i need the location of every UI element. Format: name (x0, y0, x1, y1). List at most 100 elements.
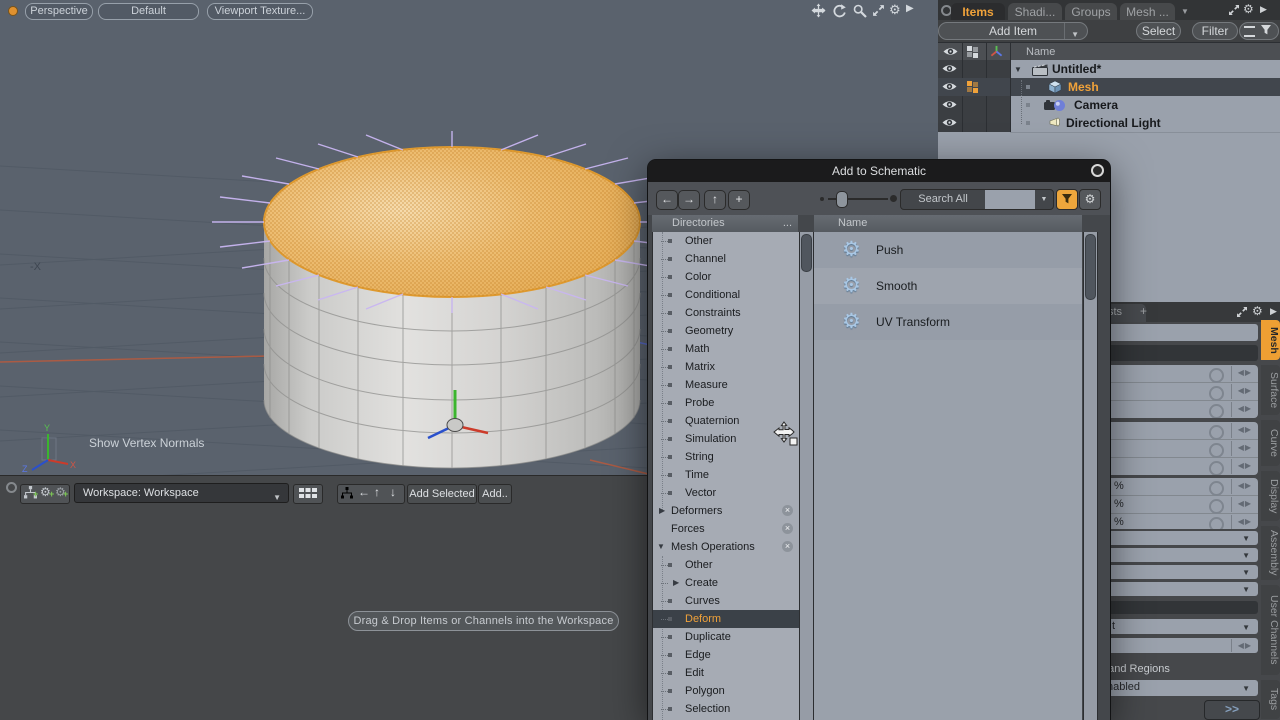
add-more-button[interactable]: Add.. (478, 484, 512, 504)
column-overflow-label[interactable]: ... (783, 215, 792, 232)
channel-dot-icon[interactable] (1209, 517, 1224, 529)
filter-funnel-icon[interactable] (1260, 24, 1272, 36)
channel-dot-icon[interactable] (1209, 481, 1224, 496)
filter-button[interactable]: Filter (1192, 22, 1238, 40)
tab-groups[interactable]: Groups (1065, 3, 1117, 20)
directory-item[interactable]: Curves (653, 592, 799, 610)
mini-slider-icon[interactable]: ◀▶ (1238, 481, 1252, 490)
tab-shading[interactable]: Shadi... (1008, 3, 1062, 20)
mini-slider-icon[interactable]: ◀▶ (1238, 404, 1252, 413)
visibility-eye-icon[interactable] (942, 63, 957, 74)
result-item[interactable]: ⚙ Smooth (814, 268, 1082, 304)
search-mode-button[interactable]: Search All (901, 190, 985, 209)
render-column-icon[interactable] (966, 45, 979, 58)
nav-up-icon[interactable]: ↑ (374, 485, 380, 499)
vtab-display[interactable]: Display (1261, 471, 1280, 521)
channel-dot-icon[interactable] (1209, 443, 1224, 458)
list-style-icon[interactable] (1244, 26, 1255, 37)
directory-item[interactable]: Time (653, 466, 799, 484)
tab-mesh-ops[interactable]: Mesh ... (1120, 3, 1175, 20)
scrollbar-thumb[interactable] (801, 234, 812, 272)
scrollbar-thumb[interactable] (1085, 234, 1096, 300)
axis-column-icon[interactable] (990, 45, 1003, 58)
panel-handle-icon[interactable] (6, 482, 17, 493)
directories-header[interactable]: Directories ... (652, 215, 798, 233)
add-tab-button[interactable]: + (1140, 304, 1147, 318)
directory-item[interactable]: ▶Deformers× (653, 502, 799, 520)
channel-dot-icon[interactable] (1209, 404, 1224, 418)
shading-style-button[interactable]: Default (98, 3, 199, 20)
add-directory-button[interactable]: + (728, 190, 750, 210)
results-scrollbar[interactable] (1083, 232, 1098, 720)
viewport-mode-dot[interactable] (8, 6, 18, 16)
result-item[interactable]: ⚙ Push (814, 232, 1082, 268)
workspace-selector[interactable]: Workspace: Workspace ▼ (74, 483, 289, 503)
directory-item[interactable]: Forces× (653, 520, 799, 538)
slider-handle[interactable] (836, 191, 848, 208)
item-row-scene[interactable]: ▼ Untitled* (1010, 60, 1280, 79)
vtab-curve[interactable]: Curve (1261, 420, 1280, 466)
item-row-light[interactable]: Directional Light (1010, 114, 1280, 133)
directory-item-selected[interactable]: Deform (653, 610, 799, 628)
directory-item[interactable]: Other (653, 556, 799, 574)
add-selected-button[interactable]: Add Selected (407, 484, 477, 504)
viewport-texture-button[interactable]: Viewport Texture... (207, 3, 313, 20)
channel-dot-icon[interactable] (1209, 368, 1224, 383)
projection-button[interactable]: Perspective (25, 3, 93, 20)
remove-icon[interactable]: × (782, 541, 793, 552)
add-item-button[interactable]: Add Item ▼ (938, 22, 1088, 40)
nav-left-icon[interactable]: ← (358, 485, 370, 499)
visibility-column-eye-icon[interactable] (943, 46, 958, 57)
directory-item[interactable]: Edit (653, 664, 799, 682)
tab-items[interactable]: Items (951, 3, 1005, 20)
directory-item[interactable]: Conditional (653, 286, 799, 304)
results-header[interactable]: Name (814, 215, 1082, 233)
expand-more-button[interactable]: >> (1204, 700, 1260, 720)
pan-icon[interactable] (811, 3, 826, 18)
directories-scrollbar[interactable] (799, 232, 814, 720)
panel-flyout-icon[interactable]: ▶ (1270, 306, 1277, 317)
dialog-close-icon[interactable] (1091, 164, 1104, 177)
maximize-icon[interactable] (1236, 306, 1248, 318)
vtab-assembly[interactable]: Assembly (1261, 526, 1280, 580)
remove-icon[interactable]: × (782, 505, 793, 516)
visibility-eye-icon[interactable] (942, 117, 957, 128)
vtab-mesh[interactable]: Mesh (1261, 320, 1280, 360)
mini-slider-icon[interactable]: ◀▶ (1238, 368, 1252, 377)
channel-dot-icon[interactable] (1209, 425, 1224, 440)
directory-item[interactable]: Math (653, 340, 799, 358)
mini-slider-icon[interactable]: ◀▶ (1238, 443, 1252, 452)
item-row-camera[interactable]: Camera (1010, 96, 1280, 115)
dialog-titlebar[interactable]: Add to Schematic (648, 160, 1110, 182)
search-input[interactable] (985, 190, 1035, 209)
directory-item[interactable]: Polygon (653, 682, 799, 700)
directory-item[interactable]: Probe (653, 394, 799, 412)
add-to-schematic-dialog[interactable]: Add to Schematic ← → ↑ + Search All ▼ ⚙ … (648, 160, 1110, 720)
viewport-flyout-icon[interactable]: ▶ (906, 3, 914, 14)
expander-icon[interactable]: ▼ (1014, 65, 1022, 74)
vtab-user-channels[interactable]: User Channels (1261, 585, 1280, 675)
channel-dot-icon[interactable] (1209, 499, 1224, 514)
history-forward-button[interactable]: → (678, 190, 700, 210)
panel-flyout-icon[interactable]: ▶ (1260, 4, 1267, 15)
mini-slider-icon[interactable]: ◀▶ (1238, 517, 1252, 526)
zoom-icon[interactable] (853, 4, 867, 18)
result-item[interactable]: ⚙ UV Transform (814, 304, 1082, 340)
item-row-mesh[interactable]: Mesh (1010, 78, 1280, 96)
filter-toggle-button[interactable] (1056, 189, 1078, 210)
tab-overflow-icon[interactable]: ▼ (1181, 7, 1189, 16)
remove-icon[interactable]: × (782, 523, 793, 534)
directory-item[interactable]: Geometry (653, 322, 799, 340)
directory-item[interactable]: Color (653, 268, 799, 286)
select-button[interactable]: Select (1136, 22, 1181, 40)
name-column-header[interactable]: Name (1026, 43, 1055, 61)
directory-item[interactable]: Vector (653, 484, 799, 502)
mini-slider-icon[interactable]: ◀▶ (1238, 641, 1252, 650)
panel-gear-icon[interactable]: ⚙ (1243, 2, 1254, 16)
viewport-options-gear-icon[interactable]: ⚙ (889, 2, 901, 18)
directory-item[interactable]: Constraints (653, 304, 799, 322)
directory-item[interactable]: Other (653, 232, 799, 250)
schematic-panel[interactable]: + ⚙ + ⚙ + Workspace: Workspace ▼ ← ↑ ↓ A… (0, 475, 648, 720)
layout-grid-button[interactable] (293, 484, 323, 504)
channel-dot-icon[interactable] (1209, 386, 1224, 401)
